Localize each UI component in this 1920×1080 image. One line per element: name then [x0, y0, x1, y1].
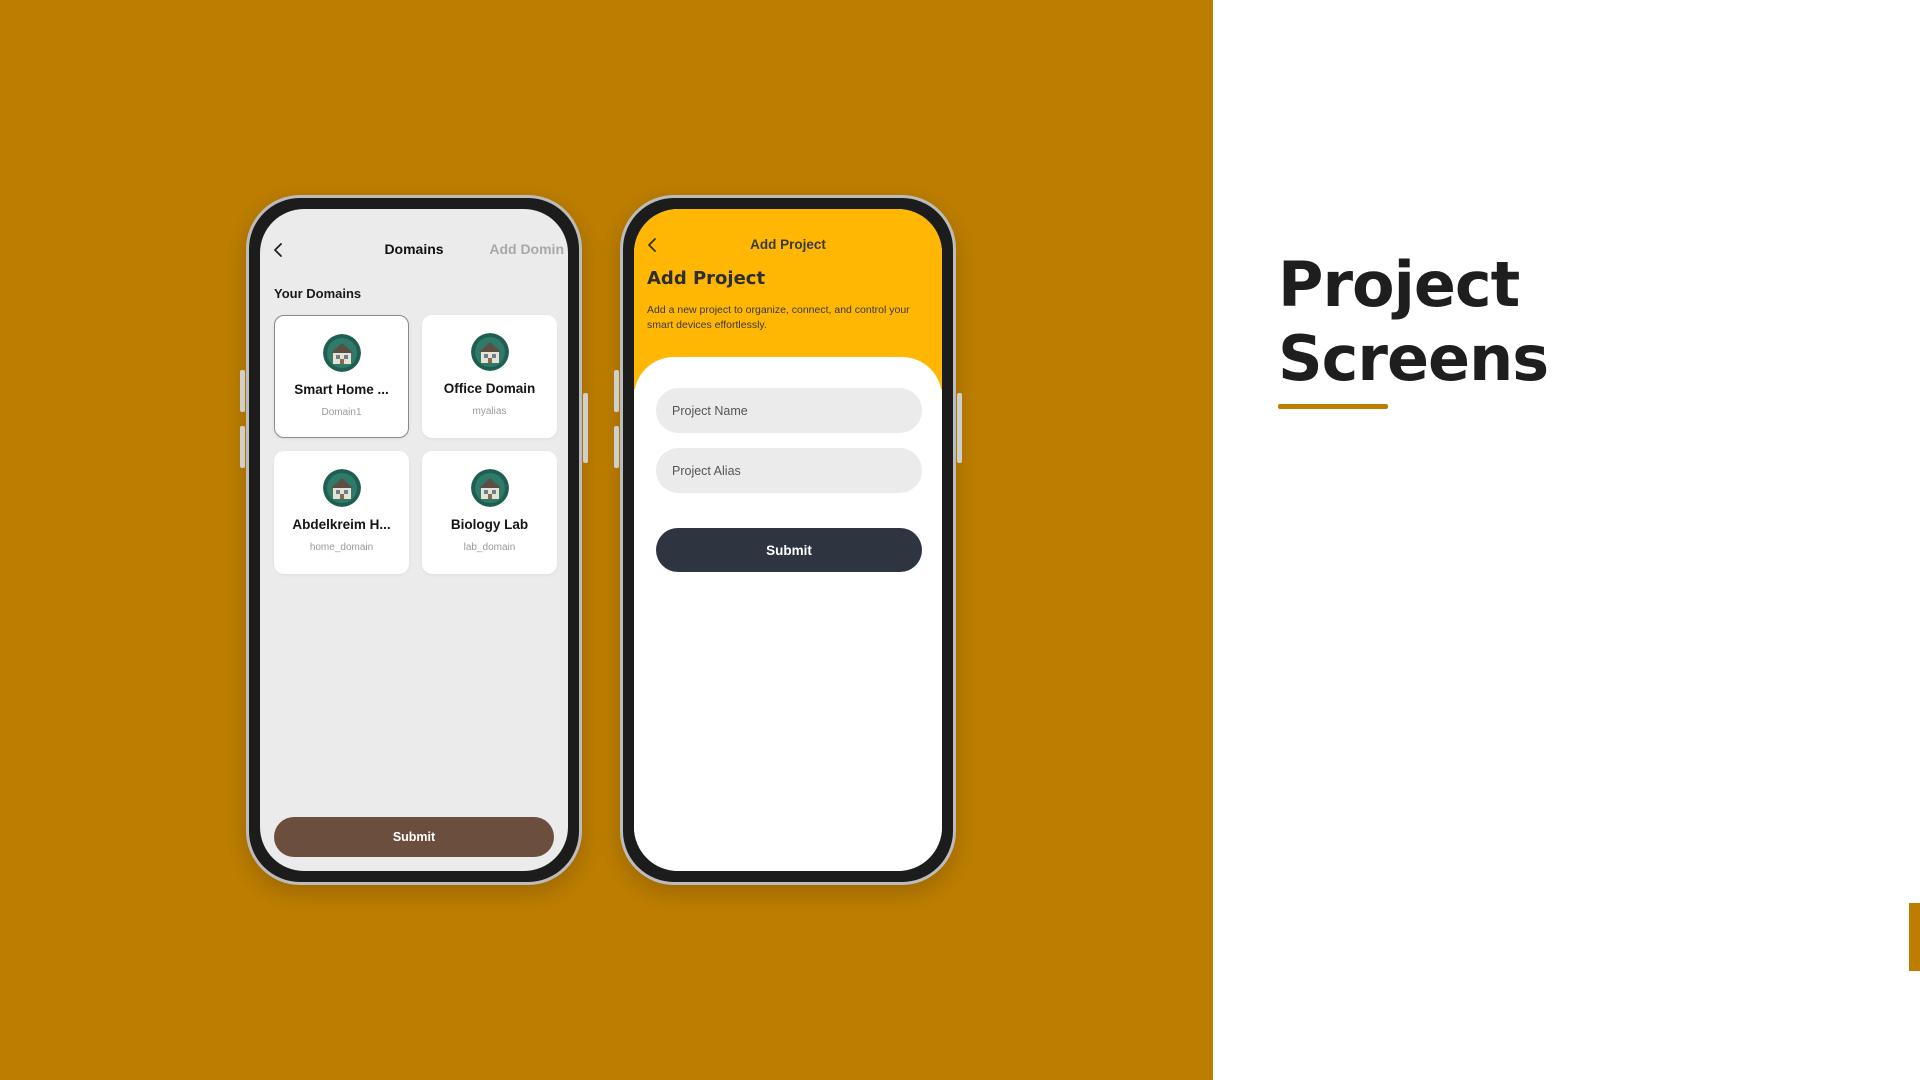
domains-nav-bar: Domains Add Domin	[260, 235, 568, 265]
slide-title-line: Project	[1278, 248, 1520, 321]
section-title: Your Domains	[274, 286, 362, 301]
domain-card-name: Smart Home ...	[294, 382, 389, 397]
phone-side-button	[240, 370, 245, 412]
domain-card[interactable]: Abdelkreim H... home_domain	[274, 451, 409, 574]
phone-power-button	[957, 393, 962, 463]
domain-card-name: Biology Lab	[450, 517, 529, 532]
domain-card-alias: lab_domain	[463, 542, 516, 553]
form-panel: Submit	[634, 357, 942, 871]
domains-screen: Domains Add Domin Your Domains Smart Hom…	[260, 209, 568, 871]
project-name-input[interactable]	[656, 388, 922, 433]
add-project-screen: Add Project Add Project Add a new projec…	[634, 209, 942, 871]
domain-card-alias: myalias	[472, 406, 507, 417]
phone-side-button	[614, 370, 619, 412]
domain-card-alias: Domain1	[321, 407, 362, 418]
domain-card[interactable]: Smart Home ... Domain1	[274, 315, 409, 438]
house-avatar-icon	[322, 334, 361, 372]
submit-button[interactable]: Submit	[656, 528, 922, 572]
edge-accent-tab	[1909, 903, 1920, 971]
nav-title: Add Project	[750, 237, 826, 252]
house-avatar-icon	[322, 469, 361, 507]
phone-power-button	[583, 393, 588, 463]
domain-card-alias: home_domain	[309, 542, 374, 553]
page-description: Add a new project to organize, connect, …	[647, 304, 910, 331]
phone-frame-domains: Domains Add Domin Your Domains Smart Hom…	[240, 195, 588, 885]
add-project-nav-bar: Add Project	[634, 231, 942, 261]
domain-card-name: Abdelkreim H...	[292, 517, 391, 532]
page-heading: Add Project	[647, 268, 766, 289]
add-domain-link[interactable]: Add Domin	[489, 241, 564, 257]
house-avatar-icon	[470, 469, 509, 507]
domain-card-name: Office Domain	[443, 381, 536, 396]
house-avatar-icon	[470, 333, 509, 371]
phone-side-button	[240, 426, 245, 468]
submit-button[interactable]: Submit	[274, 817, 554, 857]
project-alias-input[interactable]	[656, 448, 922, 493]
accent-background: Domains Add Domin Your Domains Smart Hom…	[0, 0, 1213, 1080]
phone-frame-add-project: Add Project Add Project Add a new projec…	[614, 195, 962, 885]
domain-card[interactable]: Office Domain myalias	[422, 315, 557, 438]
domain-card[interactable]: Biology Lab lab_domain	[422, 451, 557, 574]
title-panel	[1213, 0, 1920, 1080]
phone-side-button	[614, 426, 619, 468]
slide-title-line: Screens	[1278, 322, 1549, 395]
title-underline	[1278, 404, 1388, 409]
slide-title: Project Screens	[1278, 248, 1549, 396]
domain-grid: Smart Home ... Domain1 Office Domain myalia…	[274, 315, 557, 574]
